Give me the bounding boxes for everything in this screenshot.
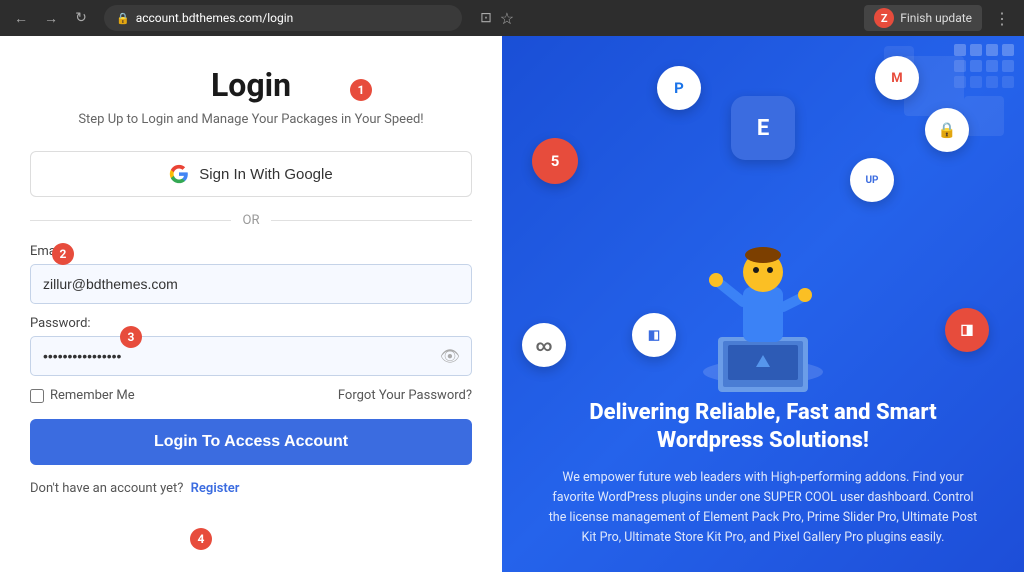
plugin-icon-m: M bbox=[875, 56, 919, 100]
annotation-3: 3 bbox=[120, 326, 142, 348]
finish-update-label: Finish update bbox=[900, 11, 972, 25]
toggle-password-icon[interactable]: 👁 bbox=[440, 347, 460, 366]
divider-line-right bbox=[271, 220, 472, 221]
form-options: Remember Me Forgot Your Password? bbox=[30, 388, 472, 403]
password-field-container: Password: 👁 bbox=[30, 316, 472, 376]
plugin-icon-s: 5 bbox=[532, 138, 578, 184]
url-bar[interactable]: 🔒 account.bdthemes.com/login bbox=[104, 5, 462, 31]
or-text: OR bbox=[243, 213, 260, 228]
browser-icons: ⊡ ☆ bbox=[480, 9, 514, 28]
login-panel: 1 2 3 4 Login Step Up to Login and Manag… bbox=[0, 36, 502, 572]
password-label: Password: bbox=[30, 316, 472, 331]
annotation-2: 2 bbox=[52, 243, 74, 265]
google-btn-label: Sign In With Google bbox=[199, 166, 332, 183]
remember-me-checkbox[interactable] bbox=[30, 389, 44, 403]
star-icon[interactable]: ☆ bbox=[500, 9, 514, 28]
password-wrapper: 👁 bbox=[30, 336, 472, 376]
right-panel-description: We empower future web leaders with High-… bbox=[543, 468, 983, 548]
register-section: Don't have an account yet? Register bbox=[30, 481, 472, 496]
divider-line-left bbox=[30, 220, 231, 221]
plugin-icon-up: UP bbox=[850, 158, 894, 202]
right-content: Delivering Reliable, Fast and Smart Word… bbox=[543, 399, 983, 548]
browser-menu-button[interactable]: ⋮ bbox=[990, 9, 1014, 28]
forgot-password-link[interactable]: Forgot Your Password? bbox=[338, 388, 472, 403]
plugin-icon-copy: ◧ bbox=[632, 313, 676, 357]
password-input[interactable] bbox=[30, 336, 472, 376]
forward-button[interactable]: → bbox=[40, 7, 62, 29]
or-divider: OR bbox=[30, 213, 472, 228]
annotation-4: 4 bbox=[190, 528, 212, 550]
right-panel: P M 5 E 🔒 ∞ ◧ bbox=[502, 36, 1024, 572]
plugin-icon-p: P bbox=[657, 66, 701, 110]
lock-icon: 🔒 bbox=[116, 12, 130, 25]
plugin-icon-lock: 🔒 bbox=[925, 108, 969, 152]
register-text: Don't have an account yet? bbox=[30, 481, 183, 496]
right-panel-title: Delivering Reliable, Fast and Smart Word… bbox=[543, 399, 983, 456]
google-icon bbox=[169, 164, 189, 184]
plugin-icon-e: E bbox=[731, 96, 795, 160]
login-button[interactable]: Login To Access Account bbox=[30, 419, 472, 465]
person-illustration bbox=[688, 217, 838, 397]
login-title: Login bbox=[211, 66, 291, 104]
main-content: 1 2 3 4 Login Step Up to Login and Manag… bbox=[0, 36, 1024, 572]
register-link[interactable]: Register bbox=[191, 481, 240, 496]
back-button[interactable]: ← bbox=[10, 7, 32, 29]
annotation-1: 1 bbox=[350, 79, 372, 101]
user-avatar: Z bbox=[874, 8, 894, 28]
email-field-container: Email: bbox=[30, 244, 472, 304]
finish-update-button[interactable]: Z Finish update bbox=[864, 5, 982, 31]
login-subtitle: Step Up to Login and Manage Your Package… bbox=[78, 112, 423, 127]
google-signin-button[interactable]: Sign In With Google bbox=[30, 151, 472, 197]
browser-chrome: ← → ↻ 🔒 account.bdthemes.com/login ⊡ ☆ Z… bbox=[0, 0, 1024, 36]
plugin-icon-infinity: ∞ bbox=[522, 323, 566, 367]
email-input[interactable] bbox=[30, 264, 472, 304]
email-label: Email: bbox=[30, 244, 472, 259]
reload-button[interactable]: ↻ bbox=[70, 7, 92, 29]
cast-icon[interactable]: ⊡ bbox=[480, 10, 492, 26]
plugin-icon-arrow: ◨ bbox=[945, 308, 989, 352]
url-text: account.bdthemes.com/login bbox=[136, 11, 450, 25]
remember-me-label: Remember Me bbox=[30, 388, 135, 403]
